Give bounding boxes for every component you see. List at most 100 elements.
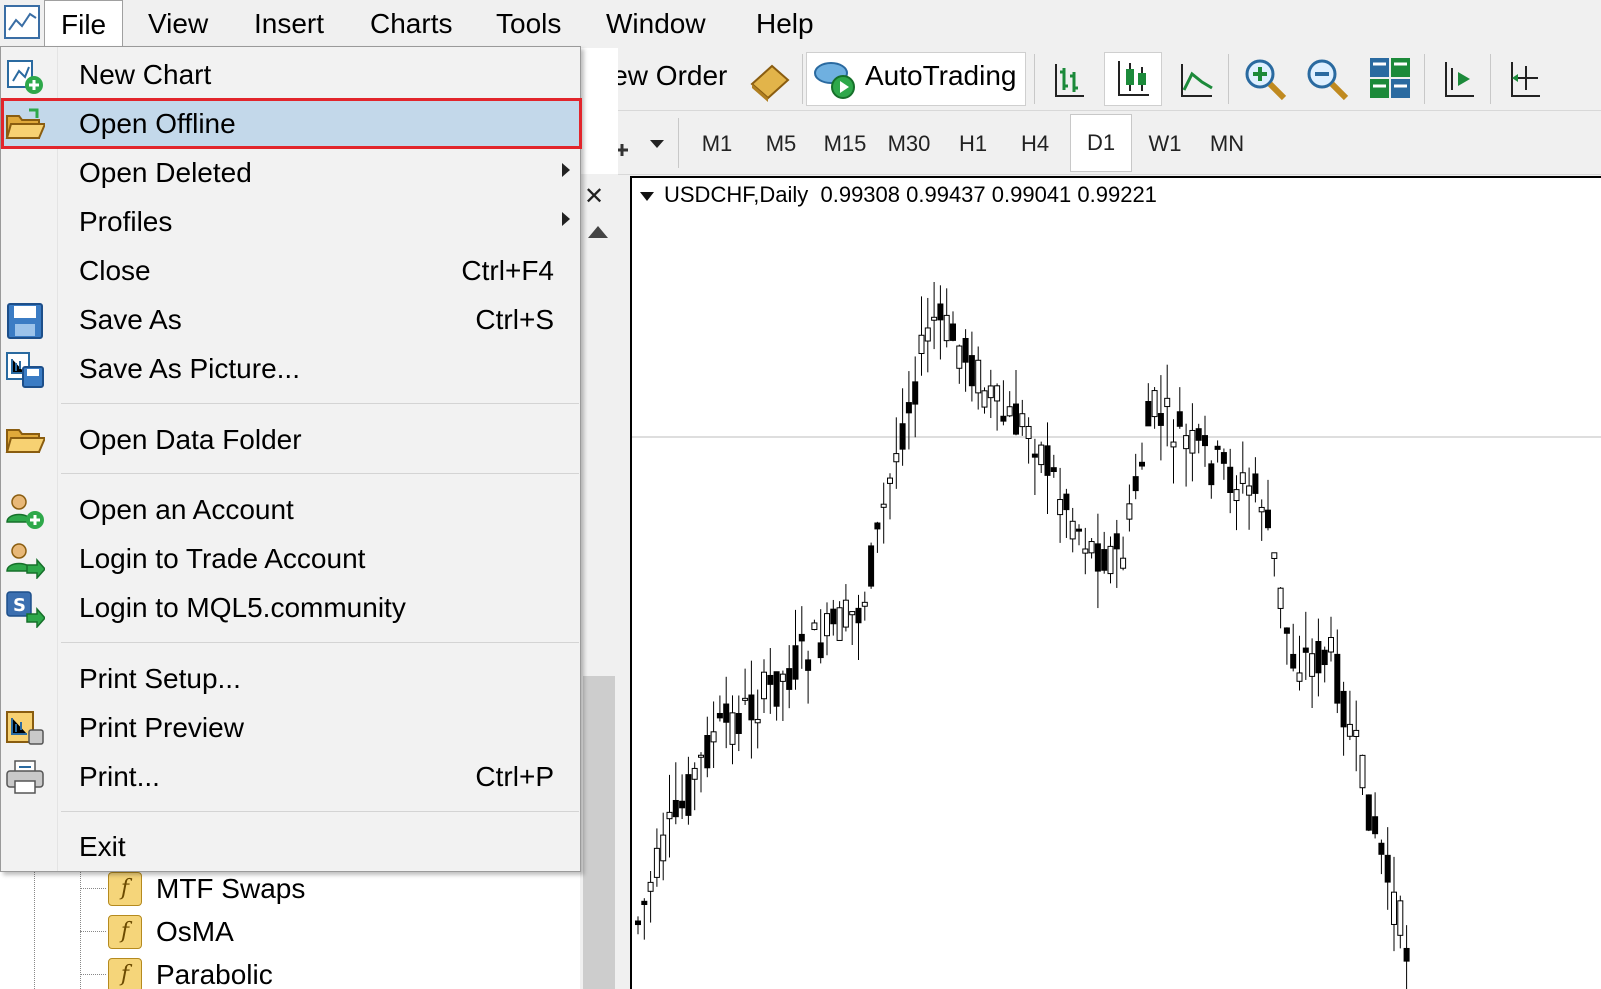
candle bbox=[1283, 627, 1290, 665]
tree-item[interactable]: f OsMA bbox=[80, 911, 560, 953]
candle bbox=[1372, 792, 1379, 839]
menu-item-print[interactable]: Print... Ctrl+P bbox=[1, 753, 580, 802]
candle bbox=[716, 695, 723, 722]
toolbar-separator bbox=[1034, 54, 1035, 104]
timeframe-m1[interactable]: M1 bbox=[690, 124, 744, 164]
timeframe-h4[interactable]: H4 bbox=[1008, 124, 1062, 164]
candle bbox=[1302, 611, 1309, 680]
candle bbox=[1265, 479, 1271, 531]
navigator-scrollbar-thumb[interactable] bbox=[583, 676, 615, 989]
candle bbox=[899, 388, 906, 466]
candle bbox=[1183, 423, 1190, 487]
timeframe-m30[interactable]: M30 bbox=[882, 124, 936, 164]
menu-tools[interactable]: Tools bbox=[480, 0, 577, 48]
menu-window[interactable]: Window bbox=[590, 0, 722, 48]
menu-charts[interactable]: Charts bbox=[354, 0, 468, 48]
candle bbox=[1208, 460, 1215, 499]
candle bbox=[647, 871, 654, 923]
submenu-arrow-icon bbox=[562, 163, 570, 177]
candle bbox=[868, 542, 875, 589]
folder-icon bbox=[5, 429, 45, 453]
tree-item[interactable]: f Parabolic bbox=[80, 954, 560, 989]
menu-item-label: Login to Trade Account bbox=[79, 543, 366, 574]
candle bbox=[698, 752, 704, 793]
candle bbox=[1120, 536, 1127, 571]
candle bbox=[1126, 484, 1133, 532]
candle bbox=[679, 774, 686, 820]
candle bbox=[1346, 690, 1353, 741]
mql5-login-icon: S bbox=[6, 591, 45, 628]
timeframe-m15[interactable]: M15 bbox=[818, 124, 872, 164]
chevron-down-icon[interactable] bbox=[650, 140, 664, 148]
menu-item-open-data-folder[interactable]: Open Data Folder bbox=[1, 416, 580, 465]
candle bbox=[1258, 499, 1265, 541]
timeframe-w1[interactable]: W1 bbox=[1138, 124, 1192, 164]
menu-item-close[interactable]: Close Ctrl+F4 bbox=[1, 247, 580, 296]
timeframe-mn[interactable]: MN bbox=[1200, 124, 1254, 164]
menu-separator bbox=[61, 403, 579, 404]
line-chart-icon[interactable] bbox=[1176, 58, 1216, 102]
menu-item-open-deleted[interactable]: Open Deleted bbox=[1, 149, 580, 198]
candle bbox=[767, 648, 774, 714]
chart-menu-icon[interactable] bbox=[640, 191, 654, 201]
candle bbox=[1202, 415, 1208, 467]
menu-item-print-setup[interactable]: Print Setup... bbox=[1, 655, 580, 704]
candle bbox=[1220, 448, 1227, 480]
chart-shift-icon[interactable] bbox=[1438, 58, 1478, 102]
candle bbox=[1384, 827, 1391, 910]
autotrading-button[interactable]: AutoTrading bbox=[806, 52, 1026, 106]
menu-item-print-preview[interactable]: Print Preview bbox=[1, 704, 580, 753]
menu-file[interactable]: File bbox=[44, 0, 124, 48]
menu-view[interactable]: View bbox=[132, 0, 224, 48]
close-icon[interactable]: ✕ bbox=[584, 182, 604, 211]
price-chart bbox=[632, 282, 1601, 989]
tree-item-label: Parabolic bbox=[156, 959, 273, 989]
candle bbox=[994, 383, 1001, 431]
tile-windows-icon[interactable] bbox=[1368, 56, 1412, 100]
toolbar-separator bbox=[802, 54, 803, 104]
tree-item-label: OsMA bbox=[156, 916, 234, 947]
menu-insert[interactable]: Insert bbox=[238, 0, 340, 48]
auto-scroll-icon[interactable] bbox=[1504, 58, 1544, 102]
chart-window[interactable] bbox=[630, 176, 1601, 989]
timeframe-m5[interactable]: M5 bbox=[754, 124, 808, 164]
menu-item-new-chart[interactable]: New Chart bbox=[1, 51, 580, 100]
menu-item-save-as-picture[interactable]: Save As Picture... bbox=[1, 345, 580, 394]
menu-item-shortcut: Ctrl+S bbox=[475, 304, 554, 335]
bar-chart-icon[interactable] bbox=[1048, 58, 1088, 102]
candle bbox=[1239, 441, 1246, 494]
menu-item-label: Print Preview bbox=[79, 712, 244, 743]
tree-item[interactable]: f MTF Swaps bbox=[80, 868, 560, 910]
candle bbox=[1176, 387, 1183, 429]
candle bbox=[641, 898, 648, 940]
zoom-in-icon[interactable] bbox=[1242, 56, 1288, 102]
menu-item-login-mql5[interactable]: S Login to MQL5.community bbox=[1, 584, 580, 633]
menu-item-open-account[interactable]: Open an Account bbox=[1, 486, 580, 535]
timeframe-h1[interactable]: H1 bbox=[946, 124, 1000, 164]
candle bbox=[805, 650, 812, 704]
candle bbox=[981, 387, 988, 414]
candle bbox=[1107, 536, 1114, 584]
menu-item-label: Profiles bbox=[79, 206, 173, 237]
candle bbox=[1151, 387, 1158, 429]
menu-help[interactable]: Help bbox=[740, 0, 830, 48]
submenu-arrow-icon bbox=[562, 212, 570, 226]
menu-item-profiles[interactable]: Profiles bbox=[1, 198, 580, 247]
annotation-highlight-box bbox=[1, 98, 582, 149]
candle bbox=[1189, 403, 1196, 482]
menu-item-exit[interactable]: Exit bbox=[1, 823, 580, 872]
candle bbox=[1132, 453, 1139, 500]
candlestick-chart-button[interactable] bbox=[1104, 52, 1162, 106]
candle bbox=[1353, 700, 1360, 772]
candle bbox=[1365, 794, 1372, 832]
zoom-out-icon[interactable] bbox=[1304, 56, 1350, 102]
menu-item-save-as[interactable]: Save As Ctrl+S bbox=[1, 296, 580, 345]
candle bbox=[887, 473, 893, 520]
candle bbox=[1321, 646, 1328, 683]
menu-item-login-trade-account[interactable]: Login to Trade Account bbox=[1, 535, 580, 584]
scroll-up-icon[interactable] bbox=[588, 226, 608, 238]
timeframe-d1[interactable]: D1 bbox=[1070, 114, 1132, 172]
chart-header: USDCHF,Daily 0.99308 0.99437 0.99041 0.9… bbox=[640, 182, 1157, 208]
candle bbox=[1164, 364, 1171, 447]
candle bbox=[672, 762, 679, 825]
